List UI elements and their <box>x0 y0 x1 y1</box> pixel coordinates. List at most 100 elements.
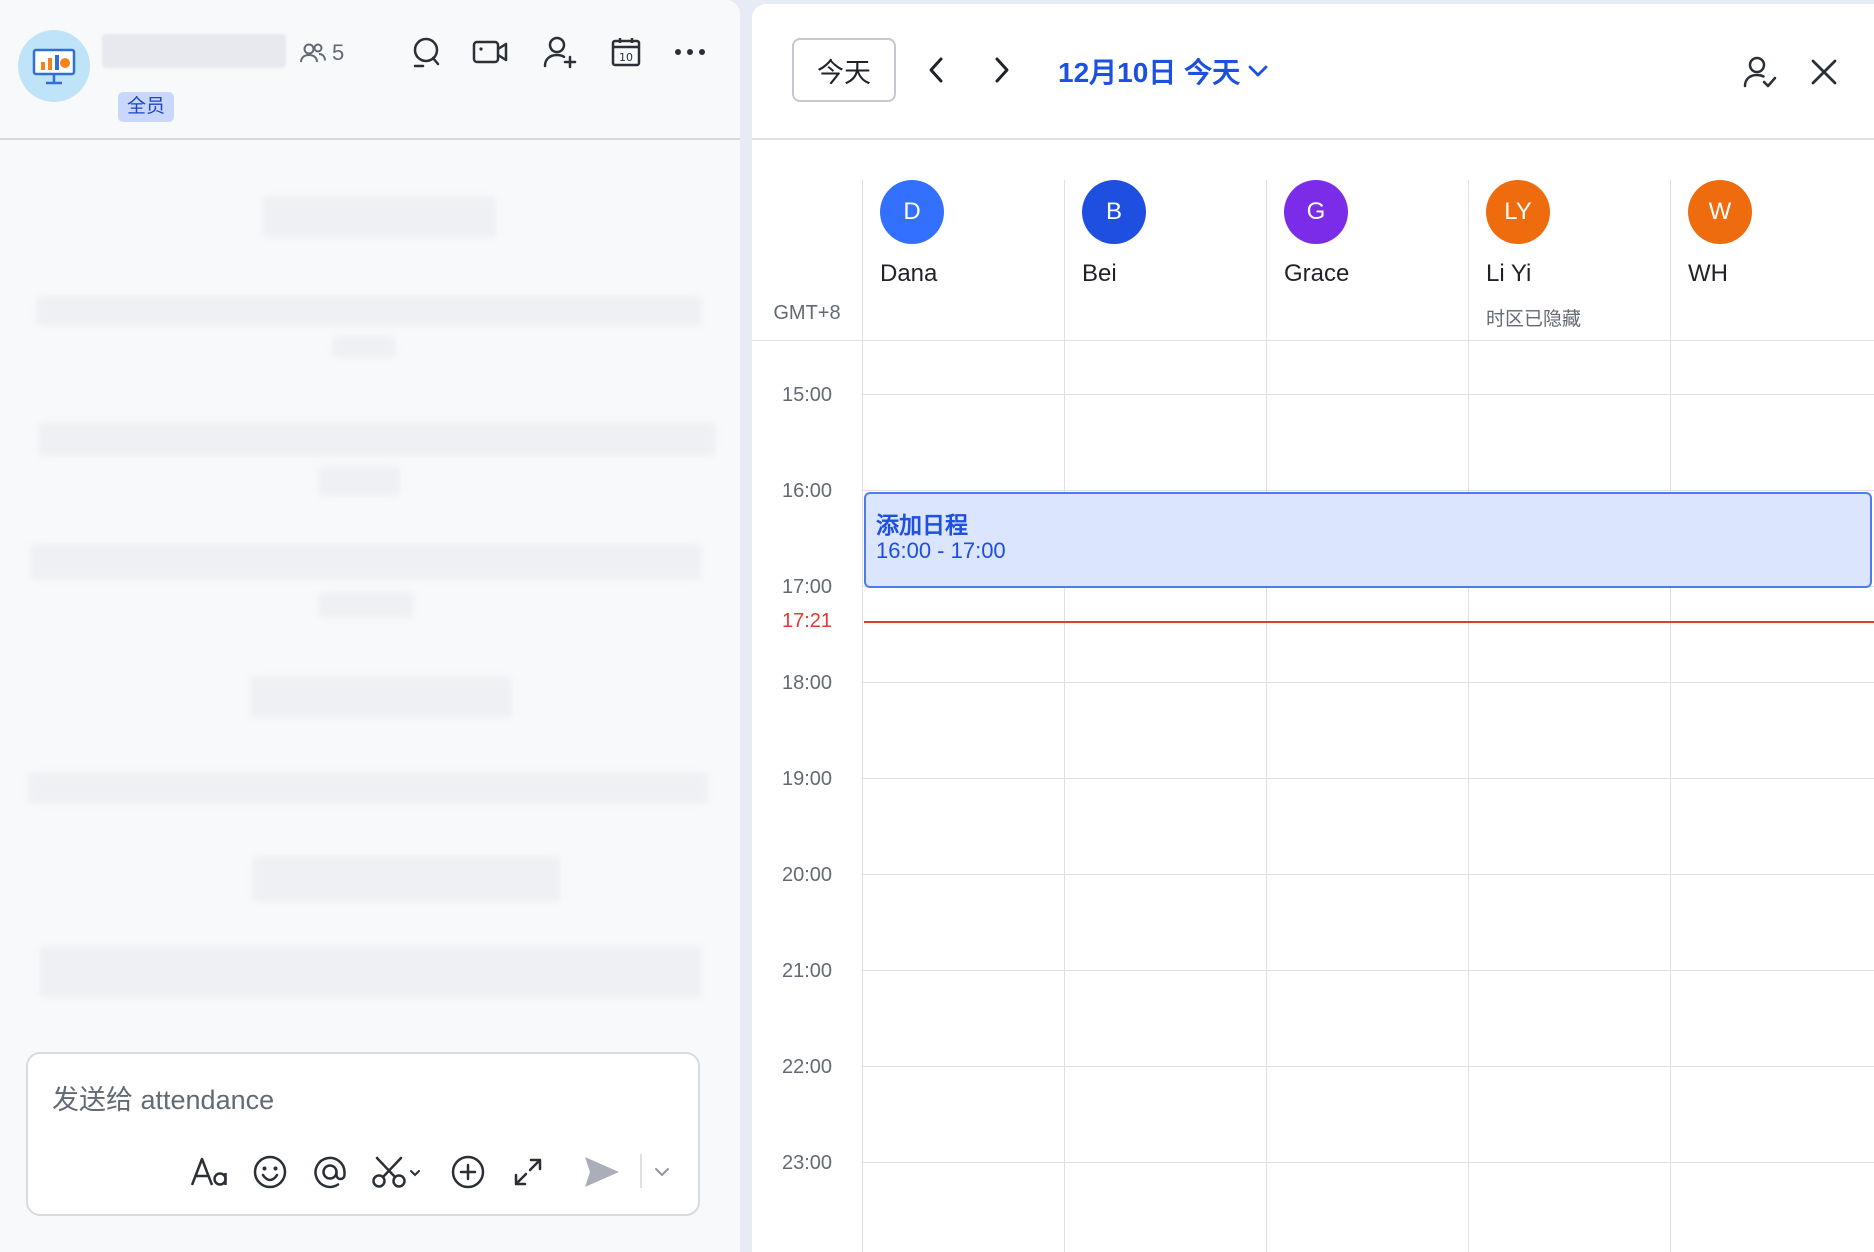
hour-label: 17:00 <box>781 576 833 598</box>
date-picker-button[interactable]: 12月10日 今天 <box>1058 52 1268 90</box>
hour-line <box>862 1066 1874 1067</box>
blurred-message <box>40 946 702 998</box>
blurred-message <box>318 592 414 618</box>
mention-button[interactable] <box>308 1150 352 1194</box>
hour-label: 15:00 <box>781 384 833 406</box>
avatar[interactable]: W <box>1688 180 1752 244</box>
at-sign-icon <box>314 1156 346 1189</box>
attendee-column-wh: W WH <box>1672 180 1872 340</box>
member-count[interactable]: 5 <box>300 38 344 68</box>
blurred-message <box>252 856 560 902</box>
hour-line <box>862 490 1874 491</box>
avatar[interactable]: LY <box>1486 180 1550 244</box>
hour-label: 16:00 <box>781 480 833 502</box>
group-avatar[interactable] <box>18 30 90 102</box>
send-options-button[interactable] <box>646 1150 678 1194</box>
chevron-down-icon <box>655 1168 669 1177</box>
today-button[interactable]: 今天 <box>792 38 896 102</box>
blurred-message <box>28 772 708 804</box>
hour-line <box>862 874 1874 875</box>
more-dots-icon <box>675 49 705 55</box>
event-time: 16:00 - 17:00 <box>876 538 1006 563</box>
calendar-icon: 10 <box>611 38 641 67</box>
send-divider <box>640 1154 642 1188</box>
add-member-button[interactable] <box>540 32 580 72</box>
blurred-message <box>36 296 702 326</box>
text-format-icon <box>190 1157 227 1186</box>
svg-text:10: 10 <box>619 51 633 64</box>
avatar[interactable]: B <box>1082 180 1146 244</box>
current-time-label: 17:21 <box>781 610 833 632</box>
attendee-name: Li Yi <box>1486 260 1532 287</box>
blurred-message <box>30 544 702 580</box>
attendee-name: WH <box>1688 260 1728 287</box>
emoji-icon <box>253 1155 287 1189</box>
hour-label: 20:00 <box>781 864 833 886</box>
hour-line <box>862 1162 1874 1163</box>
blurred-message <box>332 336 396 358</box>
hour-line <box>862 778 1874 779</box>
hour-label: 21:00 <box>781 960 833 982</box>
previous-day-button[interactable] <box>918 52 954 88</box>
message-input[interactable] <box>52 1080 652 1120</box>
search-icon <box>413 37 440 68</box>
send-button[interactable] <box>580 1150 624 1194</box>
attendee-name: Bei <box>1082 260 1117 287</box>
screenshot-button[interactable] <box>368 1150 428 1194</box>
hour-label: 22:00 <box>781 1056 833 1078</box>
timezone-hidden-note: 时区已隐藏 <box>1486 309 1582 330</box>
calendar-toolbar: 今天 12月10日 今天 <box>752 4 1874 140</box>
hour-label: 19:00 <box>781 768 833 790</box>
tag-all-members: 全员 <box>118 92 175 122</box>
blurred-message <box>250 676 512 718</box>
attendee-column-dana: D Dana <box>864 180 1064 340</box>
scissors-icon <box>372 1156 420 1188</box>
attendee-column-li-yi: LY Li Yi 时区已隐藏 <box>1470 180 1670 340</box>
chat-panel: 5 全员 10 发送给 attendance <box>0 0 740 1252</box>
chevron-down-icon <box>1248 65 1268 77</box>
chevron-right-icon <box>995 57 1009 83</box>
chat-header: 5 全员 10 <box>0 0 740 140</box>
date-title: 12月10日 今天 <box>1058 57 1241 88</box>
event-block[interactable]: 添加日程 16:00 - 17:00 <box>864 492 1872 588</box>
search-chat-button[interactable] <box>406 32 446 72</box>
add-attachment-button[interactable] <box>446 1150 490 1194</box>
hour-label: 23:00 <box>781 1152 833 1174</box>
hour-label: 18:00 <box>781 672 833 694</box>
header-divider <box>752 340 1874 341</box>
current-time-line <box>864 621 1874 623</box>
video-camera-icon <box>472 40 508 64</box>
next-day-button[interactable] <box>984 52 1020 88</box>
text-format-button[interactable] <box>188 1150 232 1194</box>
plus-circle-icon <box>451 1155 485 1189</box>
members-icon <box>300 43 326 63</box>
select-attendees-button[interactable] <box>1738 50 1782 94</box>
hour-line <box>862 970 1874 971</box>
more-options-button[interactable] <box>670 32 710 72</box>
presentation-icon <box>32 48 76 85</box>
blurred-message <box>38 422 716 456</box>
attendee-name: Dana <box>880 260 938 287</box>
calendar-button[interactable]: 10 <box>606 32 646 72</box>
blurred-message <box>318 466 400 496</box>
emoji-button[interactable] <box>248 1150 292 1194</box>
group-name-redacted <box>102 34 286 68</box>
avatar[interactable]: G <box>1284 180 1348 244</box>
close-icon <box>1811 59 1837 85</box>
add-user-icon <box>543 36 577 69</box>
close-calendar-button[interactable] <box>1802 50 1846 94</box>
attendee-name: Grace <box>1284 260 1350 287</box>
send-icon <box>585 1157 619 1187</box>
video-call-button[interactable] <box>470 32 510 72</box>
message-composer <box>26 1052 700 1216</box>
member-count-value: 5 <box>332 40 345 65</box>
user-check-icon <box>1743 56 1777 88</box>
hour-line <box>862 682 1874 683</box>
timezone-label: GMT+8 <box>773 302 841 324</box>
chevron-left-icon <box>929 57 943 83</box>
expand-composer-button[interactable] <box>506 1150 550 1194</box>
blurred-message <box>262 196 496 238</box>
avatar[interactable]: D <box>880 180 944 244</box>
hour-line <box>862 394 1874 395</box>
expand-icon <box>514 1158 542 1186</box>
